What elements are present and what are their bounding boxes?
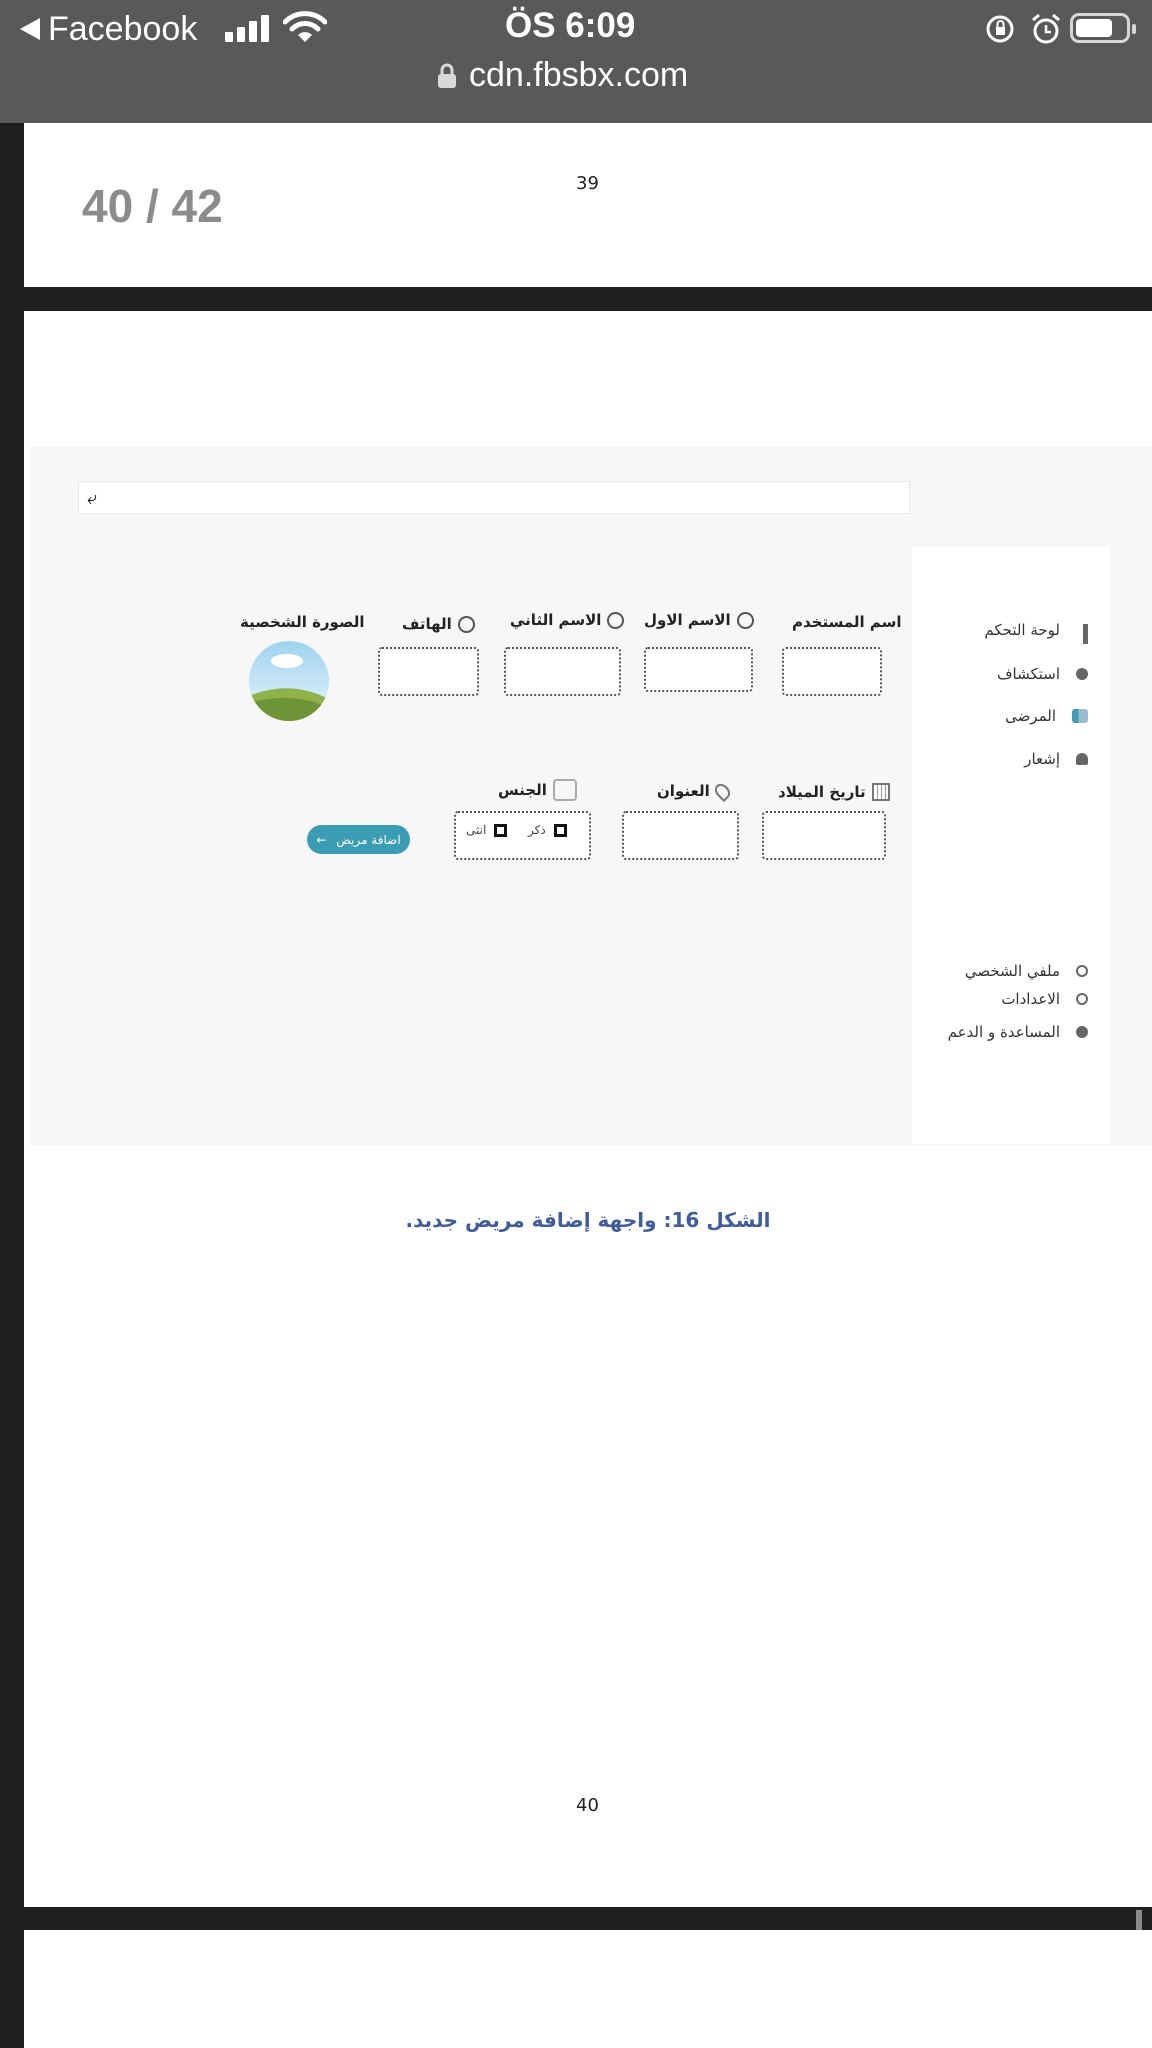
phone-field[interactable] (378, 647, 479, 696)
profile-photo-placeholder[interactable] (249, 641, 329, 721)
user-icon (736, 611, 754, 629)
address-bar[interactable]: cdn.fbsbx.com (437, 56, 688, 95)
sidebar-item-dashboard: لوحة التحكم (984, 621, 1088, 644)
page-indicator: 40 / 42 (58, 167, 247, 245)
gender-male-option[interactable]: ذكر (528, 823, 567, 837)
bell-icon (1076, 753, 1088, 765)
url-text: cdn.fbsbx.com (469, 56, 689, 94)
page-number: 40 (576, 1795, 599, 1816)
sidebar-item-notification: إشعار (1024, 750, 1088, 768)
gender-label: الجنس (498, 779, 577, 801)
birthdate-field[interactable] (762, 811, 886, 860)
add-patient-mockup: ⤶ لوحة التحكم استكشاف المرضى إشعار ملفي … (30, 447, 1152, 1145)
battery-icon (1070, 13, 1136, 43)
photo-label: الصورة الشخصية (240, 613, 365, 631)
first-name-field[interactable] (644, 647, 753, 692)
gender-female-option[interactable]: انثى (466, 823, 508, 837)
address-label: العنوان (657, 780, 733, 802)
sidebar-item-explore: استكشاف (997, 665, 1088, 683)
sidebar-item-profile: ملفي الشخصي (965, 962, 1088, 980)
wifi-icon (283, 11, 327, 42)
birthdate-label: تاريخ الميلاد (778, 783, 890, 801)
female-checkbox[interactable] (494, 823, 508, 837)
second-name-label: الاسم الثاني (510, 611, 625, 629)
status-time: ÖS 6:09 (505, 6, 636, 45)
sidebar-item-patients: المرضى (1005, 707, 1088, 725)
back-arrow-icon (20, 18, 40, 40)
viewer-left-edge (0, 123, 24, 2048)
back-app-label: Facebook (48, 9, 198, 48)
sidebar-item-help: المساعدة و الدعم (948, 1023, 1088, 1041)
add-patient-button[interactable]: اضافة مريض ← (307, 825, 410, 854)
address-field[interactable] (622, 811, 739, 860)
phone-icon (457, 615, 475, 633)
compass-icon (1076, 668, 1088, 680)
help-icon (1076, 1026, 1088, 1038)
document-page-41 (24, 1930, 1152, 2048)
patients-icon (1072, 709, 1088, 723)
gender-field: ذكر انثى (454, 811, 591, 860)
scrollbar-indicator[interactable] (1136, 1910, 1142, 1930)
phone-label: الهاتف (402, 615, 475, 633)
grid-icon (1076, 624, 1088, 644)
reply-arrow-icon: ⤶ (87, 488, 98, 509)
username-field[interactable] (782, 647, 882, 696)
mockup-sidebar: لوحة التحكم استكشاف المرضى إشعار ملفي ال… (912, 547, 1110, 1144)
gender-icon (552, 779, 577, 801)
calendar-icon (871, 783, 890, 801)
gear-icon (1076, 993, 1088, 1005)
mockup-top-bar: ⤶ (78, 481, 910, 514)
user-icon (1076, 965, 1088, 977)
figure-caption: الشكل 16: واجهة إضافة مريض جديد. (405, 1208, 771, 1232)
back-to-app-button[interactable]: Facebook (20, 8, 197, 50)
arrow-left-icon: ← (316, 832, 327, 847)
username-label: اسم المستخدم (792, 613, 902, 631)
male-checkbox[interactable] (553, 823, 567, 837)
document-page-39: 39 40 / 42 (24, 123, 1152, 287)
location-pin-icon (711, 780, 733, 802)
browser-top-bar: Facebook ÖS 6:09 cdn.fbsbx.com (0, 0, 1152, 123)
rotation-lock-icon (986, 15, 1014, 43)
alarm-icon (1032, 13, 1060, 44)
page-number: 39 (576, 173, 599, 194)
document-page-40: ⤶ لوحة التحكم استكشاف المرضى إشعار ملفي … (24, 311, 1152, 1907)
first-name-label: الاسم الاول (644, 611, 754, 629)
cellular-signal-icon (225, 14, 269, 42)
second-name-field[interactable] (504, 647, 621, 696)
lock-icon (438, 63, 456, 88)
sidebar-item-settings: الاعدادات (1001, 990, 1088, 1008)
user-icon (607, 611, 625, 629)
